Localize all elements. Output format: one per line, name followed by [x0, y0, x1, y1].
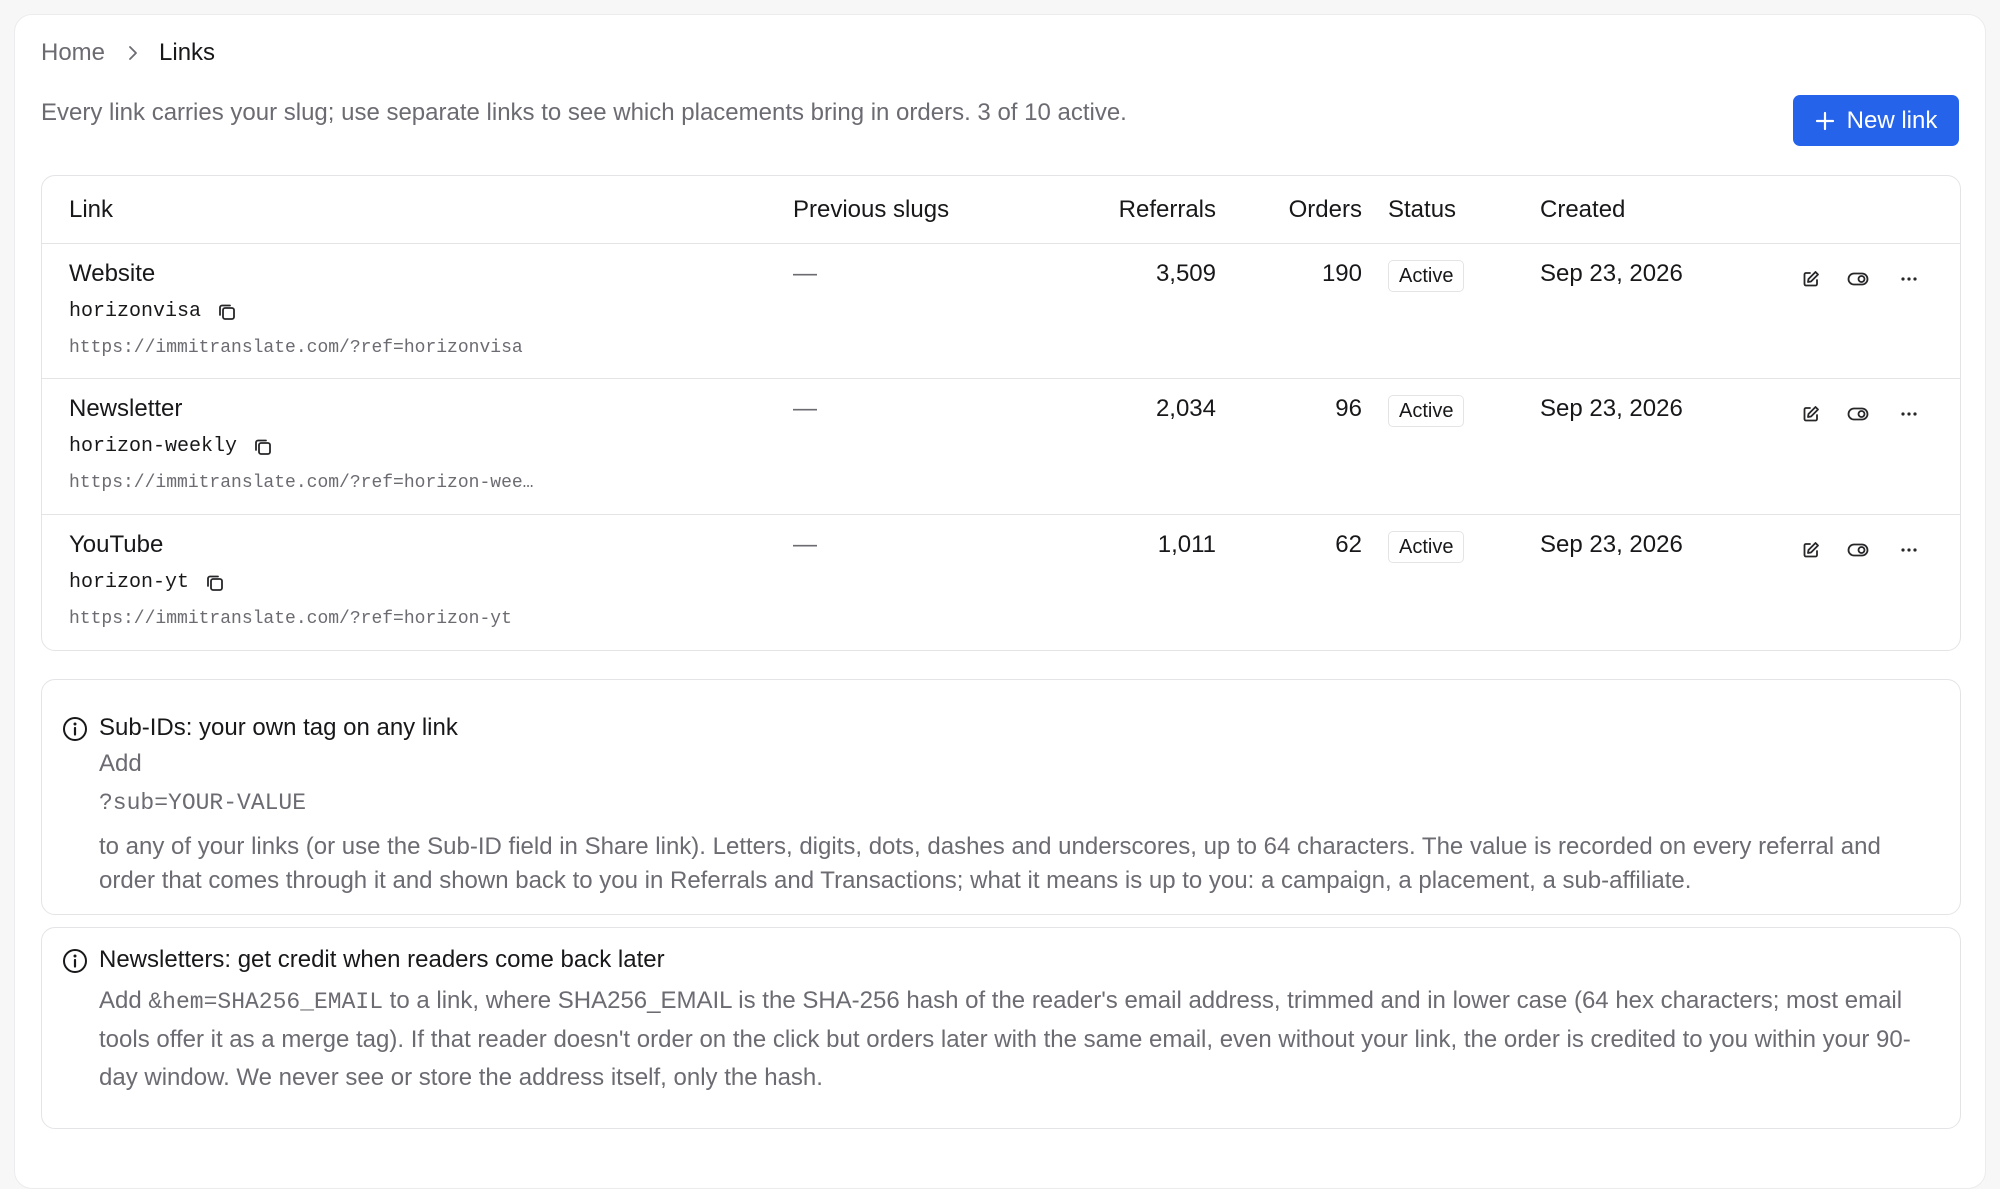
link-slug: horizon-yt — [69, 571, 225, 594]
header-link: Link — [69, 196, 114, 223]
info-icon — [62, 716, 88, 742]
subids-body: to any of your links (or use the Sub-ID … — [99, 833, 1881, 894]
link-url: https://immitranslate.com/?ref=horizonvi… — [69, 338, 523, 358]
previous-slugs: — — [793, 531, 817, 558]
copy-icon[interactable] — [205, 573, 225, 593]
header-status: Status — [1388, 196, 1457, 223]
status-badge: Active — [1388, 395, 1465, 427]
table-row: Newsletter horizon-weekly https://immitr… — [42, 379, 1960, 515]
more-options-icon[interactable] — [1896, 266, 1922, 292]
links-table: Link Previous slugs Referrals Orders Sta… — [41, 175, 1961, 651]
plus-icon — [1815, 111, 1835, 131]
created-date: Sep 23, 2026 — [1540, 531, 1683, 558]
subids-add-text: Add — [99, 750, 142, 777]
link-slug: horizonvisa — [69, 300, 237, 323]
header-orders: Orders — [1288, 196, 1362, 223]
toggle-icon[interactable] — [1845, 537, 1871, 563]
new-link-button[interactable]: New link — [1793, 95, 1959, 146]
status-badge: Active — [1388, 531, 1465, 563]
referrals-count: 1,011 — [1157, 531, 1216, 558]
subids-title: Sub-IDs: your own tag on any link — [99, 714, 458, 741]
link-name: Website — [69, 260, 156, 287]
previous-slugs: — — [793, 260, 817, 287]
toggle-icon[interactable] — [1845, 401, 1871, 427]
more-options-icon[interactable] — [1896, 401, 1922, 427]
slug-text: horizon-weekly — [69, 435, 238, 458]
newsletters-title: Newsletters: get credit when readers com… — [99, 946, 665, 973]
edit-icon[interactable] — [1798, 537, 1824, 563]
link-url: https://immitranslate.com/?ref=horizon-w… — [69, 473, 534, 493]
table-row: YouTube horizon-yt https://immitranslate… — [42, 515, 1960, 650]
slug-text: horizon-yt — [69, 571, 190, 594]
header-referrals: Referrals — [1118, 196, 1216, 223]
table-row: Website horizonvisa https://immitranslat… — [42, 244, 1960, 379]
created-date: Sep 23, 2026 — [1540, 395, 1683, 422]
copy-icon[interactable] — [217, 302, 237, 322]
referrals-count: 3,509 — [1155, 260, 1216, 287]
chevron-right-icon — [127, 45, 139, 61]
copy-icon[interactable] — [253, 437, 273, 457]
toggle-icon[interactable] — [1845, 266, 1871, 292]
referrals-count: 2,034 — [1155, 395, 1216, 422]
created-date: Sep 23, 2026 — [1540, 260, 1683, 287]
orders-count: 190 — [1321, 260, 1362, 287]
more-options-icon[interactable] — [1896, 537, 1922, 563]
page-subtitle: Every link carries your slug; use separa… — [41, 99, 1127, 126]
status-badge: Active — [1388, 260, 1465, 292]
orders-count: 96 — [1335, 395, 1362, 422]
previous-slugs: — — [793, 395, 817, 422]
subids-code: ?sub=YOUR-VALUE — [99, 790, 307, 816]
subids-info-card: Sub-IDs: your own tag on any link Add ?s… — [41, 679, 1961, 915]
link-name: Newsletter — [69, 395, 183, 422]
newsletters-body-prefix: Add — [99, 987, 149, 1014]
table-header: Link Previous slugs Referrals Orders Sta… — [42, 176, 1960, 244]
newsletters-info-card: Newsletters: get credit when readers com… — [41, 927, 1961, 1129]
orders-count: 62 — [1335, 531, 1362, 558]
info-icon — [62, 948, 88, 974]
link-slug: horizon-weekly — [69, 435, 273, 458]
edit-icon[interactable] — [1798, 401, 1824, 427]
newsletters-hem-code: &hem=SHA256_EMAIL — [148, 989, 384, 1015]
header-created: Created — [1540, 196, 1626, 223]
new-link-label: New link — [1846, 106, 1938, 134]
newsletters-body: Add &hem=SHA256_EMAIL to a link, where S… — [99, 982, 1924, 1097]
slug-text: horizonvisa — [69, 300, 202, 323]
breadcrumb: Home Links — [41, 39, 215, 67]
breadcrumb-current: Links — [159, 39, 216, 66]
link-name: YouTube — [69, 531, 164, 558]
edit-icon[interactable] — [1798, 266, 1824, 292]
breadcrumb-home[interactable]: Home — [41, 39, 105, 67]
link-url: https://immitranslate.com/?ref=horizon-y… — [69, 609, 512, 629]
header-previous-slugs: Previous slugs — [793, 196, 950, 223]
links-page: Home Links Every link carries your slug;… — [14, 14, 1986, 1189]
